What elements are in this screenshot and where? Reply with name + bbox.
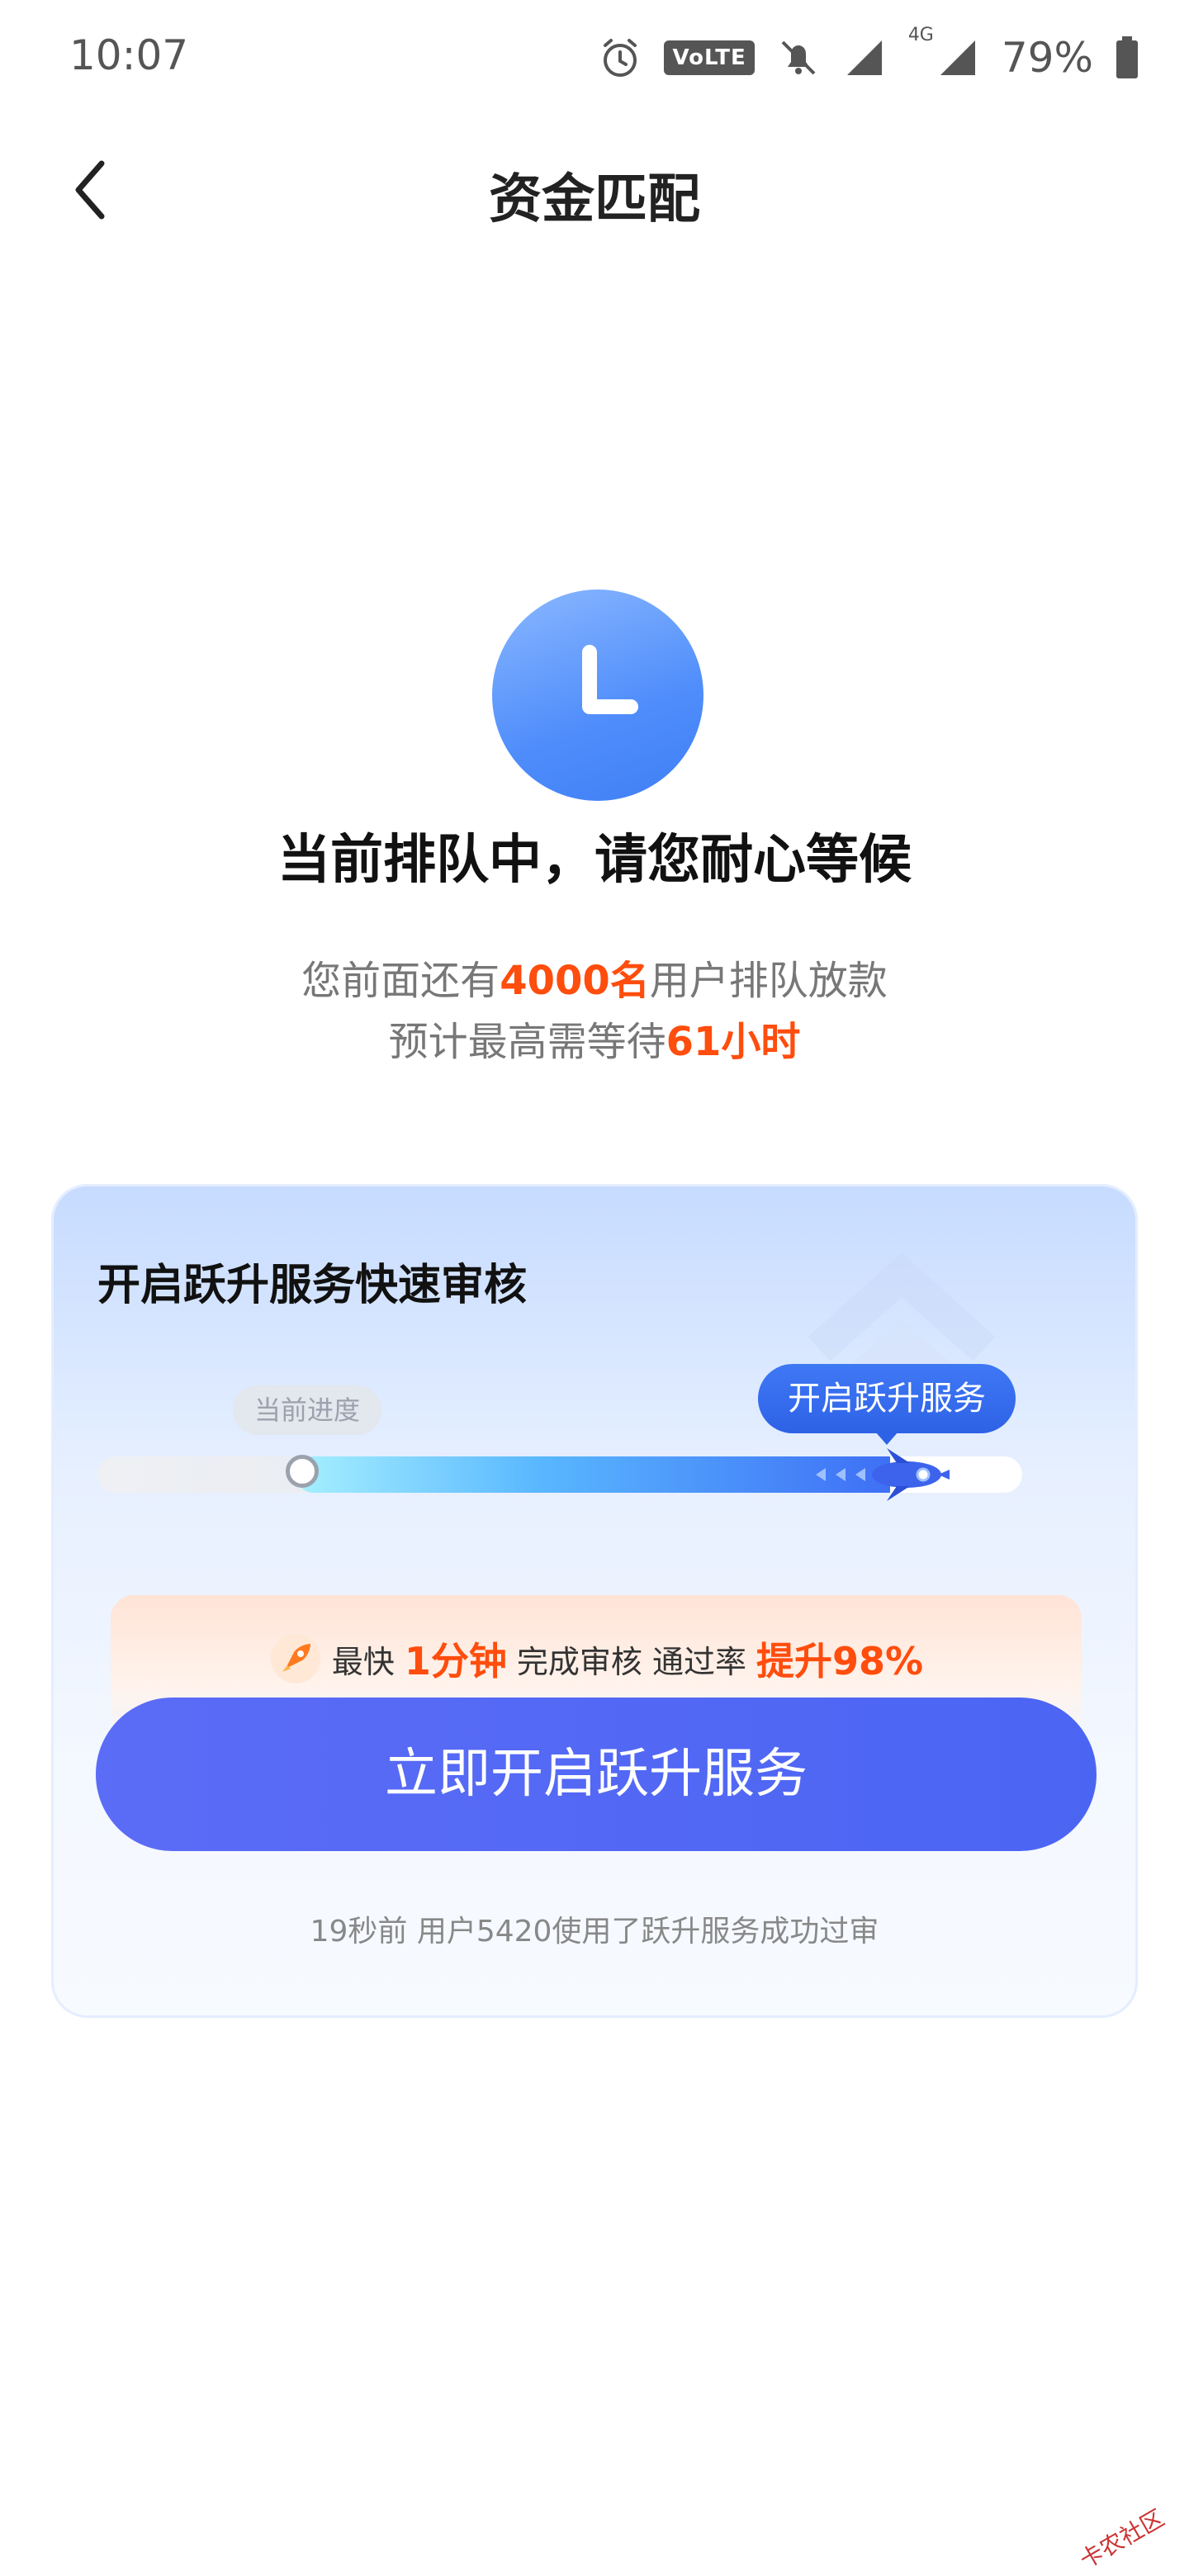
queue-status-title: 当前排队中，请您耐心等候 bbox=[277, 830, 912, 891]
queue-count: 4000名 bbox=[500, 958, 650, 1004]
boost-card-title: 开启跃升服务快速审核 bbox=[97, 1261, 528, 1310]
boost-service-tag[interactable]: 开启跃升服务 bbox=[758, 1364, 1016, 1445]
mute-bell-icon bbox=[781, 40, 816, 75]
page-title: 资金匹配 bbox=[489, 169, 700, 230]
queue-line1-suffix: 用户排队放款 bbox=[649, 958, 888, 1004]
promo-rate: 提升98% bbox=[756, 1639, 924, 1683]
progress-knob bbox=[286, 1455, 319, 1488]
promo-line: 最快 1分钟 完成审核 通过率 提升98% bbox=[111, 1631, 1082, 1686]
alarm-icon bbox=[604, 39, 637, 77]
start-boost-button[interactable]: 立即开启跃升服务 bbox=[96, 1698, 1097, 1851]
battery-percent: 79% bbox=[1001, 34, 1093, 82]
header: 资金匹配 bbox=[0, 140, 1189, 239]
activity-ticker: 19秒前 用户5420使用了跃升服务成功过审 bbox=[310, 1915, 879, 1949]
status-time: 10:07 bbox=[69, 31, 189, 79]
rocket-icon bbox=[816, 1448, 950, 1501]
queue-wait-line: 预计最高需等待61小时 bbox=[0, 1009, 1189, 1067]
boost-card: 开启跃升服务快速审核 当前进度 开启跃升服务 最快 1分钟 完成审核 通过率 提升98… bbox=[51, 1184, 1138, 2018]
status-icons: VoLTE 4G 79% bbox=[598, 25, 1139, 91]
current-progress-tag: 当前进度 bbox=[233, 1385, 382, 1435]
status-bar: 10:07 VoLTE 4G 79% bbox=[0, 0, 1189, 116]
signal-4g-icon bbox=[940, 40, 975, 75]
progress-bar bbox=[97, 1448, 1022, 1501]
promo-text-2: 完成审核 通过率 bbox=[516, 1643, 746, 1680]
rocket-badge-icon bbox=[270, 1634, 320, 1683]
battery-icon bbox=[1116, 36, 1138, 78]
queue-wait-time: 61小时 bbox=[666, 1019, 801, 1065]
queue-line2-prefix: 预计最高需等待 bbox=[388, 1019, 666, 1065]
promo-time: 1分钟 bbox=[404, 1639, 507, 1683]
signal-icon bbox=[846, 40, 882, 75]
clock-icon bbox=[492, 590, 703, 801]
queue-count-line: 您前面还有4000名用户排队放款 bbox=[0, 948, 1189, 1006]
watermark-logo: 卡农社区 bbox=[1074, 2504, 1169, 2574]
volte-badge: VoLTE bbox=[664, 40, 755, 75]
network-label: 4G bbox=[907, 25, 934, 45]
queue-line1-prefix: 您前面还有 bbox=[301, 958, 500, 1004]
promo-text-1: 最快 bbox=[331, 1643, 395, 1680]
